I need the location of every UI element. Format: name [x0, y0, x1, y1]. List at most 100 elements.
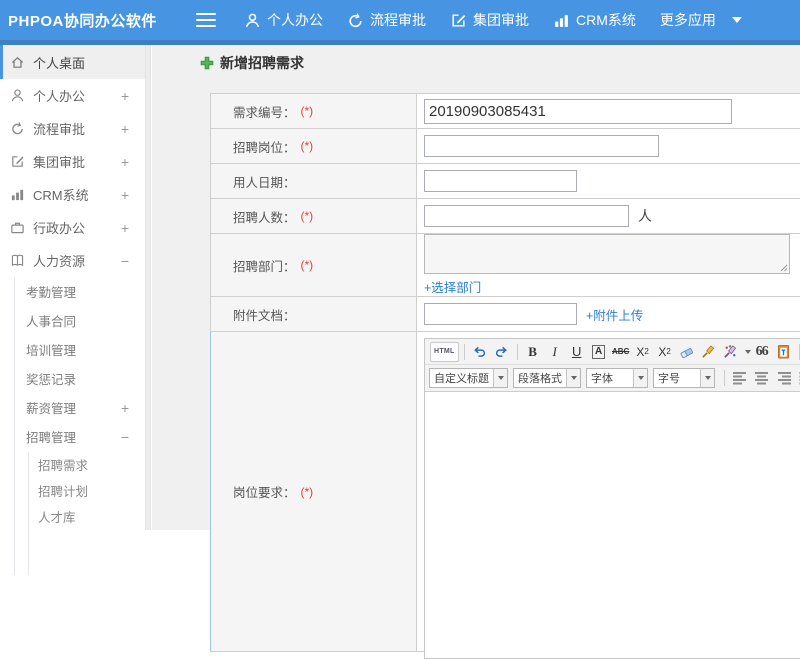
expand-icon[interactable]: − — [121, 253, 129, 269]
style-brush-icon[interactable] — [721, 342, 741, 362]
required-marker: (*) — [301, 139, 314, 153]
sidebar-item-training[interactable]: 培训管理 — [0, 335, 145, 364]
page-title: 新增招聘需求 — [200, 53, 304, 73]
required-marker: (*) — [301, 485, 314, 499]
hamburger-menu-icon[interactable] — [196, 13, 216, 27]
sidebar-item-label: 招聘需求 — [38, 455, 88, 474]
italic-button[interactable]: I — [545, 342, 565, 362]
topnav-label: 更多应用 — [660, 10, 716, 30]
label-text: 招聘人数： — [233, 207, 296, 226]
sidebar-item-label: 考勤管理 — [26, 282, 76, 301]
sidebar-item-salary[interactable]: 薪资管理 + — [0, 393, 145, 422]
field-label: 招聘部门： (*) — [211, 234, 417, 296]
undo-icon[interactable] — [470, 342, 490, 362]
expand-icon[interactable]: − — [121, 429, 129, 445]
topnav-personal-office[interactable]: 个人办公 — [244, 10, 323, 30]
superscript-button[interactable]: X2 — [633, 342, 653, 362]
expand-icon[interactable]: + — [121, 187, 129, 203]
choose-department-link[interactable]: +选择部门 — [424, 277, 481, 296]
sidebar-item-talent-pool[interactable]: 人才库 — [0, 503, 145, 529]
briefcase-icon — [10, 220, 25, 235]
sidebar-item-label: 培训管理 — [26, 340, 76, 359]
top-nav: 个人办公 流程审批 集团审批 CRM系统 更多应用 — [244, 10, 766, 30]
sidebar-item-crm[interactable]: CRM系统 + — [0, 178, 145, 211]
add-plus-icon — [200, 56, 214, 70]
label-text: 岗位要求： — [233, 482, 296, 501]
demand-no-input[interactable] — [424, 99, 732, 124]
field-label: 招聘岗位： (*) — [211, 129, 417, 163]
sidebar-item-label: 集团审批 — [33, 152, 85, 171]
headcount-input[interactable] — [424, 205, 629, 227]
expand-icon[interactable]: + — [121, 220, 129, 236]
sidebar-item-flow-approval[interactable]: 流程审批 + — [0, 112, 145, 145]
tree-guide-line — [14, 278, 15, 575]
app-title: PHPOA协同办公软件 — [8, 10, 196, 31]
font-family-select[interactable]: 字体 — [586, 368, 648, 388]
subscript-button[interactable]: X2 — [655, 342, 675, 362]
eraser-icon[interactable] — [677, 342, 697, 362]
align-center-icon[interactable] — [754, 371, 770, 385]
sidebar-item-label: 个人桌面 — [33, 53, 85, 72]
caret-down-icon[interactable] — [745, 350, 751, 354]
editor-content-area[interactable] — [425, 392, 800, 658]
person-icon — [10, 88, 25, 103]
font-size-select[interactable]: 字号 — [653, 368, 715, 388]
sidebar-scrollbar[interactable] — [145, 45, 151, 530]
sidebar-item-hr-contract[interactable]: 人事合同 — [0, 306, 145, 335]
attachment-input[interactable] — [424, 303, 577, 325]
topnav-label: CRM系统 — [576, 10, 636, 30]
hire-date-input[interactable] — [424, 170, 577, 192]
department-textarea[interactable] — [424, 234, 790, 274]
topnav-more-apps[interactable]: 更多应用 — [660, 10, 742, 30]
position-input[interactable] — [424, 135, 659, 157]
sidebar-item-label: 奖惩记录 — [26, 369, 76, 388]
expand-icon[interactable]: + — [121, 154, 129, 170]
sidebar-item-recruit-plan[interactable]: 招聘计划 — [0, 477, 145, 503]
topnav-group-approval[interactable]: 集团审批 — [450, 10, 529, 30]
richtext-editor: HTML B I U A — [424, 338, 800, 659]
sidebar-item-label: 薪资管理 — [26, 398, 76, 417]
paste-as-text-icon[interactable] — [774, 342, 794, 362]
sidebar-item-admin-office[interactable]: 行政办公 + — [0, 211, 145, 244]
bold-button[interactable]: B — [523, 342, 543, 362]
page-title-text: 新增招聘需求 — [220, 53, 304, 73]
required-marker: (*) — [301, 104, 314, 118]
sidebar-item-attendance[interactable]: 考勤管理 — [0, 277, 145, 306]
redo-icon[interactable] — [492, 342, 512, 362]
blockquote-button[interactable]: 66 — [752, 342, 772, 362]
sidebar-item-rewards[interactable]: 奖惩记录 — [0, 364, 145, 393]
label-text: 用人日期： — [233, 172, 296, 191]
field-label: 用人日期： — [211, 164, 417, 198]
boxed-a-button[interactable]: A — [589, 342, 609, 362]
attachment-upload-link[interactable]: +附件上传 — [586, 305, 643, 324]
caret-down-icon — [493, 369, 507, 387]
source-code-button[interactable]: HTML — [430, 342, 459, 362]
strikethrough-button[interactable]: ABC — [611, 342, 631, 362]
align-left-icon[interactable] — [732, 371, 748, 385]
custom-heading-select[interactable]: 自定义标题 — [429, 368, 508, 388]
topnav-flow-approval[interactable]: 流程审批 — [347, 10, 426, 30]
expand-icon[interactable]: + — [121, 400, 129, 416]
expand-icon[interactable]: + — [121, 88, 129, 104]
recruit-demand-form: 需求编号： (*) 招聘岗位： (*) 用人日期： — [210, 93, 800, 652]
topnav-label: 个人办公 — [267, 10, 323, 30]
format-painter-icon[interactable] — [699, 342, 719, 362]
sidebar-item-group-approval[interactable]: 集团审批 + — [0, 145, 145, 178]
expand-icon[interactable]: + — [121, 121, 129, 137]
field-value-cell — [417, 94, 800, 128]
paragraph-format-select[interactable]: 段落格式 — [513, 368, 581, 388]
required-marker: (*) — [301, 258, 314, 272]
label-text: 招聘岗位： — [233, 137, 296, 156]
resize-grip-icon[interactable] — [780, 264, 788, 272]
underline-button[interactable]: U — [567, 342, 587, 362]
sidebar-item-human-resources[interactable]: 人力资源 − — [0, 244, 145, 277]
sidebar-item-recruit-demand[interactable]: 招聘需求 — [0, 451, 145, 477]
sidebar-item-personal-desktop[interactable]: 个人桌面 — [0, 45, 145, 79]
field-value-cell: HTML B I U A — [417, 332, 800, 651]
flow-approval-icon — [347, 12, 364, 29]
align-right-icon[interactable] — [776, 371, 792, 385]
topnav-crm-system[interactable]: CRM系统 — [553, 10, 636, 30]
sidebar-item-personal-office[interactable]: 个人办公 + — [0, 79, 145, 112]
main-content: 新增招聘需求 需求编号： (*) 招聘岗位： (*) 用人 — [152, 45, 800, 530]
sidebar-item-recruit-mgmt[interactable]: 招聘管理 − — [0, 422, 145, 451]
